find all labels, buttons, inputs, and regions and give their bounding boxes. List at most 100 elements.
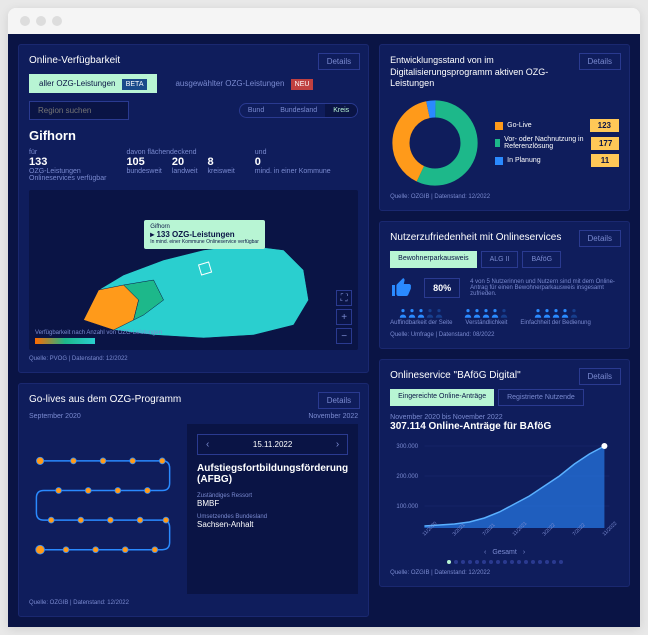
tab-selected-services[interactable]: ausgewählter OZG-Leistungen NEU (165, 74, 323, 93)
map-legend: Verfügbarkeit nach Anzahl von OZG-Leistu… (35, 330, 162, 344)
field-value: Sachsen-Anhalt (197, 520, 348, 529)
level-toggle: Bund Bundesland Kreis (239, 103, 358, 118)
person-icon (500, 308, 508, 318)
page-dot[interactable] (482, 560, 486, 564)
source-text: Quelle: Umfrage | Datenstand: 08/2022 (390, 332, 619, 338)
toggle-bundesland[interactable]: Bundesland (272, 104, 325, 117)
page-dot[interactable] (475, 560, 479, 564)
panel-title: Entwicklungsstand von im Digitalisierung… (390, 55, 550, 90)
next-arrow[interactable]: › (336, 439, 339, 450)
page-dot[interactable] (538, 560, 542, 564)
legend-item: Go-Live 123 (495, 119, 619, 132)
stat-label: und (255, 149, 331, 156)
stat-label: Onlineservices verfügbar (29, 175, 106, 182)
choropleth-map[interactable]: Gifhorn ▸ 133 OZG-Leistungen In mind. ei… (29, 190, 358, 350)
stat-label: für (29, 149, 106, 156)
zoom-in-button[interactable]: + (336, 309, 352, 325)
stat-value: 8 (208, 156, 235, 168)
page-dot[interactable] (559, 560, 563, 564)
metric-ease: Einfachheit der Bedienung (520, 308, 590, 326)
metric-label: Auffindbarkeit der Seite (390, 320, 452, 326)
page-dot[interactable] (447, 560, 451, 564)
details-button[interactable]: Details (579, 368, 621, 385)
metric-label: Einfachheit der Bedienung (520, 320, 590, 326)
legend-value: 11 (591, 154, 619, 167)
legend-swatch (495, 122, 503, 130)
page-dot[interactable] (517, 560, 521, 564)
toggle-bund[interactable]: Bund (240, 104, 272, 117)
legend-label: In Planung (507, 157, 540, 164)
stat-label: mind. in einer Kommune (255, 168, 331, 175)
prev-arrow[interactable]: ‹ (206, 439, 209, 450)
tab-label: ausgewählter OZG-Leistungen (175, 79, 284, 88)
window-dot (52, 16, 62, 26)
tab-all-services[interactable]: aller OZG-Leistungen BETA (29, 74, 157, 93)
svg-text:300.000: 300.000 (397, 444, 419, 450)
map-svg (29, 190, 358, 350)
chart-range: November 2020 bis November 2022 (390, 414, 619, 421)
page-dot[interactable] (510, 560, 514, 564)
page-dot[interactable] (545, 560, 549, 564)
person-icon (491, 308, 499, 318)
page-dot[interactable] (461, 560, 465, 564)
page-dot[interactable] (531, 560, 535, 564)
page-dot[interactable] (524, 560, 528, 564)
region-search-input[interactable] (29, 101, 129, 120)
tab-label: aller OZG-Leistungen (39, 79, 115, 88)
page-dot[interactable] (489, 560, 493, 564)
details-button[interactable]: Details (579, 53, 621, 70)
browser-chrome (8, 8, 640, 34)
source-text: Quelle: OZGIB | Datenstand: 12/2022 (390, 194, 619, 200)
page-dot[interactable] (468, 560, 472, 564)
person-icon (464, 308, 472, 318)
beta-badge: BETA (122, 79, 148, 90)
details-button[interactable]: Details (318, 392, 360, 409)
bafog-tab-users[interactable]: Registrierte Nutzende (498, 389, 584, 406)
region-name: Gifhorn (29, 128, 358, 143)
area-chart: 300.000 200.000 100.000 11/2020 3/2021 7… (390, 438, 619, 538)
availability-panel: Online-Verfügbarkeit Details aller OZG-L… (18, 44, 369, 373)
service-tab-alg[interactable]: ALG II (481, 251, 519, 268)
legend-label: Verfügbarkeit nach Anzahl von OZG-Leistu… (35, 330, 162, 336)
stat-value: 0 (255, 156, 331, 168)
thumbs-up-icon (390, 276, 414, 300)
person-icon (426, 308, 434, 318)
source-text: Quelle: OZGIB | Datenstand: 12/2022 (390, 570, 619, 576)
chart-prev-arrow[interactable]: ‹ (484, 549, 486, 556)
source-text: Quelle: OZGIB | Datenstand: 12/2022 (29, 600, 358, 606)
timeline-chart[interactable] (29, 424, 177, 594)
person-icon (534, 308, 542, 318)
bafog-panel: Onlineservice "BAföG Digital" Details Ei… (379, 359, 630, 587)
bafog-tab-applications[interactable]: Eingereichte Online-Anträge (390, 389, 494, 406)
zoom-out-button[interactable]: − (336, 328, 352, 344)
legend-value: 123 (590, 119, 619, 132)
card-date: 15.11.2022 (253, 440, 292, 449)
fullscreen-button[interactable]: ⛶ (336, 290, 352, 306)
page-dot[interactable] (552, 560, 556, 564)
legend-label: Go-Live (507, 122, 532, 129)
pagination-dots (390, 560, 619, 564)
tooltip-value: 133 OZG-Leistungen (156, 230, 234, 239)
card-title: Aufstiegsfortbildungsförderung (AFBG) (197, 463, 348, 485)
service-tab-bafog[interactable]: BAföG (522, 251, 561, 268)
chart-next-arrow[interactable]: › (523, 549, 525, 556)
details-button[interactable]: Details (579, 230, 621, 247)
panel-title: Go-lives aus dem OZG-Programm (29, 394, 358, 405)
details-button[interactable]: Details (318, 53, 360, 70)
page-dot[interactable] (503, 560, 507, 564)
toggle-kreis[interactable]: Kreis (325, 104, 357, 117)
source-text: Quelle: PVOG | Datenstand: 12/2022 (29, 356, 358, 362)
donut-chart (390, 98, 480, 188)
service-tab-park[interactable]: Bewohnerparkausweis (390, 251, 476, 268)
window-dot (20, 16, 30, 26)
page-dot[interactable] (496, 560, 500, 564)
chart-footer-label: Gesamt (492, 549, 517, 556)
page-dot[interactable] (454, 560, 458, 564)
stat-value: 20 (172, 156, 198, 168)
person-icon (543, 308, 551, 318)
rating-description: 4 von 5 Nutzerinnen und Nutzern sind mit… (470, 279, 619, 297)
timeline-end: November 2022 (308, 413, 358, 420)
development-panel: Entwicklungsstand von im Digitalisierung… (379, 44, 630, 211)
metric-label: Verständlichkeit (465, 320, 507, 326)
stat-label: OZG-Leistungen (29, 168, 106, 175)
